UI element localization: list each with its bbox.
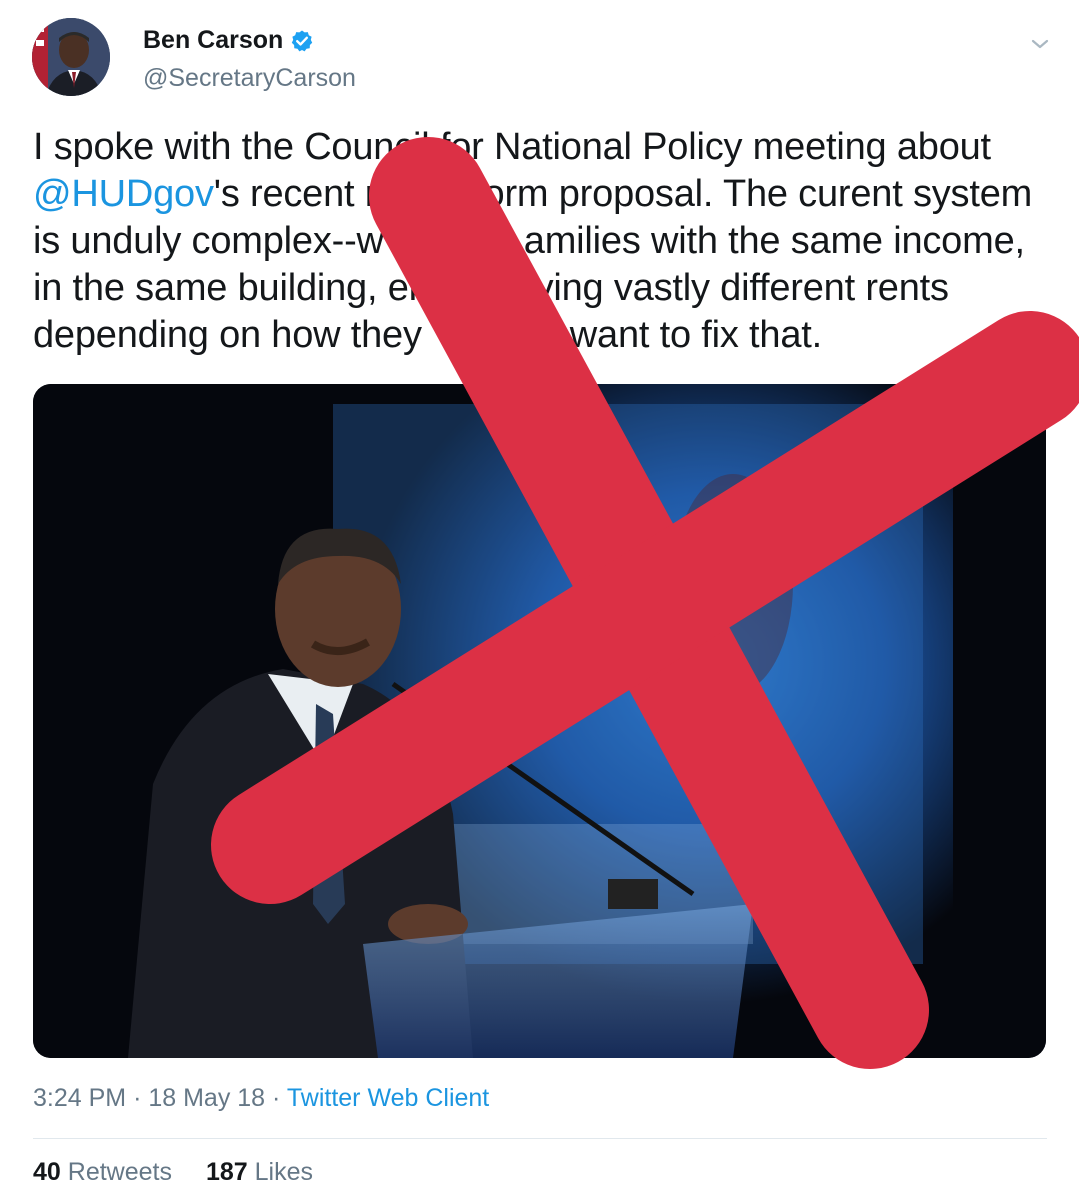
retweets-stat[interactable]: 40 Retweets [33,1158,172,1186]
tweet-date[interactable]: 18 May 18 [148,1084,265,1112]
retweets-label: Retweets [67,1158,172,1186]
tweet-stats: 40 Retweets 187 Likes [33,1158,313,1187]
mention-link[interactable]: @HUDgov [33,173,214,215]
likes-count: 187 [205,1158,248,1186]
name-row: Ben Carson [143,26,314,55]
tweet-photo[interactable] [33,384,1046,1058]
likes-label: Likes [254,1158,314,1186]
tweet-source-link[interactable]: Twitter Web Client [287,1084,489,1112]
meta-separator: · [272,1084,281,1112]
display-name[interactable]: Ben Carson [143,26,283,55]
avatar[interactable] [32,18,110,96]
retweets-count: 40 [33,1158,61,1186]
divider [33,1138,1047,1139]
verified-badge-icon [290,29,314,53]
chevron-down-icon[interactable] [1029,36,1051,52]
likes-stat[interactable]: 187 Likes [206,1158,313,1186]
tweet-time[interactable]: 3:24 PM [33,1084,126,1112]
tweet-text-part: I spoke with the Council for National Po… [33,126,991,168]
tweet-text-part: want to fix that. [569,314,822,356]
tweet-card: Ben Carson @SecretaryCarson I spoke with… [0,0,1079,1200]
user-handle[interactable]: @SecretaryCarson [143,64,356,93]
tweet-meta: 3:24 PM · 18 May 18 · Twitter Web Client [33,1084,489,1113]
meta-separator: · [133,1084,142,1112]
tweet-text: I spoke with the Council for National Po… [33,124,1043,359]
